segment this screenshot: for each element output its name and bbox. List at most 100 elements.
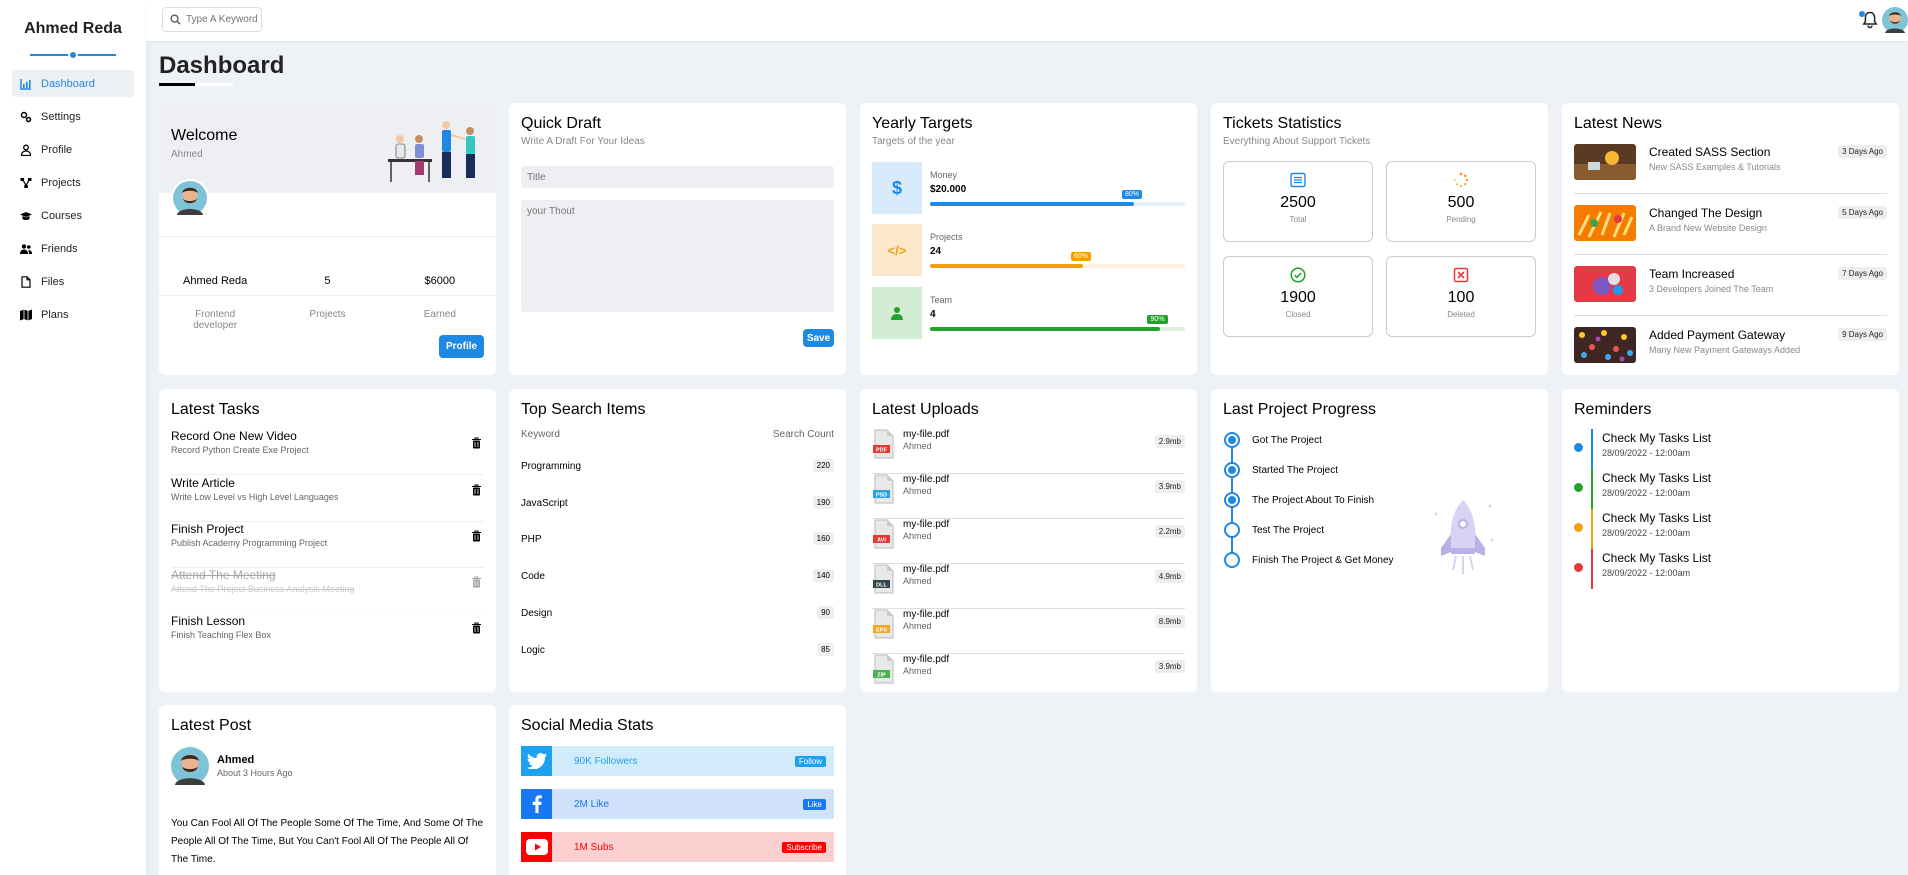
- search-box[interactable]: [162, 7, 262, 32]
- sidebar-item-friends[interactable]: Friends: [12, 235, 134, 262]
- reminder-bar: [1591, 549, 1593, 589]
- card-title: Quick Draft: [521, 115, 602, 132]
- upload-size: 2.2mb: [1154, 525, 1185, 538]
- news-date-badge: 3 Days Ago: [1838, 145, 1887, 158]
- user-icon: [891, 307, 903, 320]
- post-author-avatar: [171, 747, 209, 785]
- ticket-closed: 1900 Closed: [1223, 256, 1373, 337]
- save-button[interactable]: Save: [803, 329, 834, 347]
- target-progress-track: 60%: [930, 252, 1185, 268]
- x-square-icon: [1453, 267, 1469, 283]
- search-count-badge: 160: [812, 532, 834, 545]
- notifications-button[interactable]: [1859, 11, 1878, 29]
- ticket-label: Total: [1289, 215, 1307, 224]
- sidebar-item-label: Dashboard: [41, 77, 95, 90]
- news-title: Changed The Design: [1649, 206, 1763, 220]
- sidebar-item-files[interactable]: Files: [12, 268, 134, 295]
- upload-item[interactable]: PDF my-file.pdf Ahmed 2.9mb: [872, 429, 1185, 474]
- search-input[interactable]: [186, 14, 258, 25]
- col-keyword: Keyword: [521, 429, 560, 440]
- search-count-badge: 140: [812, 569, 834, 582]
- ticket-pending: 500 Pending: [1386, 161, 1536, 242]
- gears-icon: [20, 111, 32, 122]
- upload-author: Ahmed: [903, 666, 932, 676]
- ticket-label: Pending: [1446, 215, 1476, 224]
- sidebar-item-settings[interactable]: Settings: [12, 103, 134, 130]
- news-item[interactable]: Changed The Design A Brand New Website D…: [1574, 205, 1887, 255]
- task-title: Write Article: [171, 476, 235, 490]
- upload-filename: my-file.pdf: [903, 609, 950, 620]
- sidebar-item-plans[interactable]: Plans: [12, 301, 134, 328]
- follow-button[interactable]: Follow: [794, 755, 826, 767]
- target-progress-track: 90%: [930, 315, 1185, 331]
- sidebar-item-label: Friends: [41, 242, 78, 255]
- reminder-title: Check My Tasks List: [1602, 551, 1712, 565]
- target-label: Projects: [930, 232, 963, 242]
- upload-item[interactable]: EPS my-file.pdf Ahmed 8.9mb: [872, 609, 1185, 654]
- target-money: $ Money $20.000 80%: [872, 162, 1185, 214]
- upload-size: 4.9mb: [1154, 570, 1185, 583]
- news-thumbnail: [1574, 205, 1636, 241]
- step-marker: [1224, 492, 1240, 508]
- sidebar-nav: Dashboard Settings Profile Projects Cour…: [0, 70, 146, 328]
- task-desc: Attend The Project Business Analysis Mee…: [171, 584, 355, 594]
- news-date-badge: 7 Days Ago: [1838, 267, 1887, 280]
- sidebar-item-projects[interactable]: Projects: [12, 169, 134, 196]
- reminder-bar: [1591, 509, 1593, 549]
- reminder-title: Check My Tasks List: [1602, 511, 1712, 525]
- news-item[interactable]: Added Payment Gateway Many New Payment G…: [1574, 327, 1887, 375]
- target-value: 24: [930, 246, 942, 257]
- target-label: Team: [930, 295, 953, 305]
- profile-button[interactable]: Profile: [439, 335, 484, 358]
- trash-icon[interactable]: [471, 484, 482, 496]
- subscribe-button[interactable]: Subscribe: [782, 841, 826, 853]
- upload-item[interactable]: AVI my-file.pdf Ahmed 2.2mb: [872, 519, 1185, 564]
- target-icon-box: [872, 287, 922, 339]
- search-count-badge: 190: [812, 496, 834, 509]
- upload-author: Ahmed: [903, 531, 932, 541]
- reminder-dot: [1574, 443, 1583, 452]
- search-table-header: Keyword Search Count: [521, 429, 834, 440]
- draft-title-input[interactable]: [521, 166, 834, 188]
- step-marker: [1224, 462, 1240, 478]
- social-row-youtube: 1M Subs Subscribe: [521, 832, 834, 862]
- trash-icon[interactable]: [471, 576, 482, 588]
- stat-projects: 5 Projects: [309, 275, 346, 320]
- latest-tasks-card: Latest Tasks Record One New Video Record…: [159, 389, 496, 692]
- spinner-icon: [1454, 172, 1469, 187]
- news-item[interactable]: Created SASS Section New SASS Examples &…: [1574, 144, 1887, 194]
- upload-item[interactable]: DLL my-file.pdf Ahmed 4.9mb: [872, 564, 1185, 609]
- task-desc: Write Low Level vs High Level Languages: [171, 492, 339, 502]
- topbar: [146, 0, 1908, 41]
- upload-filename: my-file.pdf: [903, 564, 950, 575]
- card-subtitle: Everything About Support Tickets: [1223, 136, 1371, 147]
- sidebar-item-profile[interactable]: Profile: [12, 136, 134, 163]
- trash-icon[interactable]: [471, 622, 482, 634]
- news-date-badge: 5 Days Ago: [1838, 206, 1887, 219]
- upload-item[interactable]: PSD my-file.pdf Ahmed 3.9mb: [872, 474, 1185, 519]
- upload-item[interactable]: ZIP my-file.pdf Ahmed 3.9mb: [872, 654, 1185, 692]
- task-title: Finish Project: [171, 522, 244, 536]
- like-button[interactable]: Like: [803, 798, 826, 810]
- welcome-avatar: [171, 179, 209, 217]
- svg-text:ZIP: ZIP: [877, 672, 886, 678]
- trash-icon[interactable]: [471, 530, 482, 542]
- project-progress-card: Last Project Progress Got The Project St…: [1211, 389, 1548, 692]
- search-count-badge: 220: [812, 459, 834, 472]
- news-item[interactable]: Team Increased 3 Developers Joined The T…: [1574, 266, 1887, 316]
- draft-body-textarea[interactable]: [521, 200, 834, 312]
- sidebar-item-dashboard[interactable]: Dashboard: [12, 70, 134, 97]
- trash-icon[interactable]: [471, 437, 482, 449]
- social-row-facebook: 2M Like Like: [521, 789, 834, 819]
- sidebar-item-courses[interactable]: Courses: [12, 202, 134, 229]
- task-title: Record One New Video: [171, 429, 297, 443]
- target-progress-fill: 60%: [930, 252, 1091, 268]
- stat-name: Ahmed Reda Frontend developer: [183, 275, 248, 331]
- dollar-icon: $: [891, 177, 902, 198]
- user-avatar[interactable]: [1882, 7, 1908, 33]
- progress-step: Test The Project: [1224, 522, 1324, 538]
- svg-text:PSD: PSD: [876, 492, 887, 498]
- search-row: Logic 85: [521, 643, 834, 656]
- task-title: Finish Lesson: [171, 614, 246, 628]
- page-title: Dashboard: [159, 52, 285, 79]
